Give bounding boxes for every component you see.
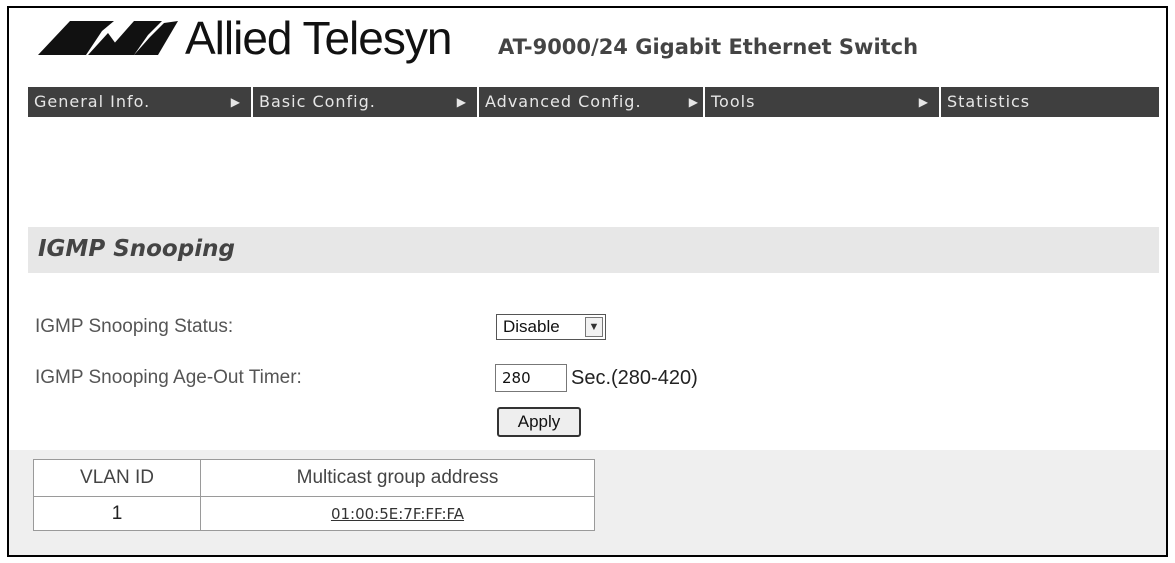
multicast-table: VLAN ID Multicast group address 1 01:00:…	[33, 459, 595, 531]
status-label: IGMP Snooping Status:	[35, 316, 234, 337]
menu-arrow-icon: ▶	[688, 95, 699, 109]
apply-button[interactable]: Apply	[497, 407, 581, 437]
menu-arrow-icon: ▶	[230, 95, 241, 109]
table-header-row: VLAN ID Multicast group address	[33, 459, 595, 497]
column-header-vlan-id: VLAN ID	[33, 459, 201, 497]
page-title: IGMP Snooping	[38, 236, 235, 262]
menu-advanced-config[interactable]: Advanced Config. ▶	[479, 87, 705, 117]
main-menu: General Info. ▶ Basic Config. ▶ Advanced…	[28, 87, 1159, 117]
allied-telesyn-logo-icon	[38, 21, 178, 55]
menu-arrow-icon: ▶	[918, 95, 929, 109]
timer-label: IGMP Snooping Age-Out Timer:	[35, 367, 302, 388]
timer-range-note: Sec.(280-420)	[571, 367, 698, 389]
column-header-multicast-address: Multicast group address	[200, 459, 595, 497]
model-name: AT-9000/24 Gigabit Ethernet Switch	[498, 35, 919, 59]
menu-tools[interactable]: Tools ▶	[705, 87, 941, 117]
chevron-down-icon[interactable]: ▼	[585, 317, 603, 337]
table-row: 1 01:00:5E:7F:FF:FA	[33, 496, 595, 531]
status-select[interactable]: Disable ▼	[496, 314, 606, 340]
section-header: IGMP Snooping	[28, 227, 1159, 273]
menu-arrow-icon: ▶	[456, 95, 467, 109]
menu-label: Basic Config.	[259, 92, 376, 111]
vlan-id-cell: 1	[33, 496, 201, 531]
menu-basic-config[interactable]: Basic Config. ▶	[253, 87, 479, 117]
menu-label: Advanced Config.	[485, 92, 642, 111]
menu-general-info[interactable]: General Info. ▶	[28, 87, 253, 117]
menu-label: General Info.	[34, 92, 151, 111]
multicast-address-link[interactable]: 01:00:5E:7F:FF:FA	[331, 505, 464, 523]
status-select-value: Disable	[503, 317, 560, 336]
menu-label: Statistics	[947, 92, 1031, 111]
timer-input[interactable]: 280	[495, 364, 567, 392]
menu-label: Tools	[711, 92, 756, 111]
menu-statistics[interactable]: Statistics	[941, 87, 1159, 117]
brand-name: Allied Telesyn	[185, 12, 452, 64]
multicast-address-cell: 01:00:5E:7F:FF:FA	[200, 496, 595, 531]
header: Allied Telesyn AT-9000/24 Gigabit Ethern…	[28, 12, 1148, 73]
